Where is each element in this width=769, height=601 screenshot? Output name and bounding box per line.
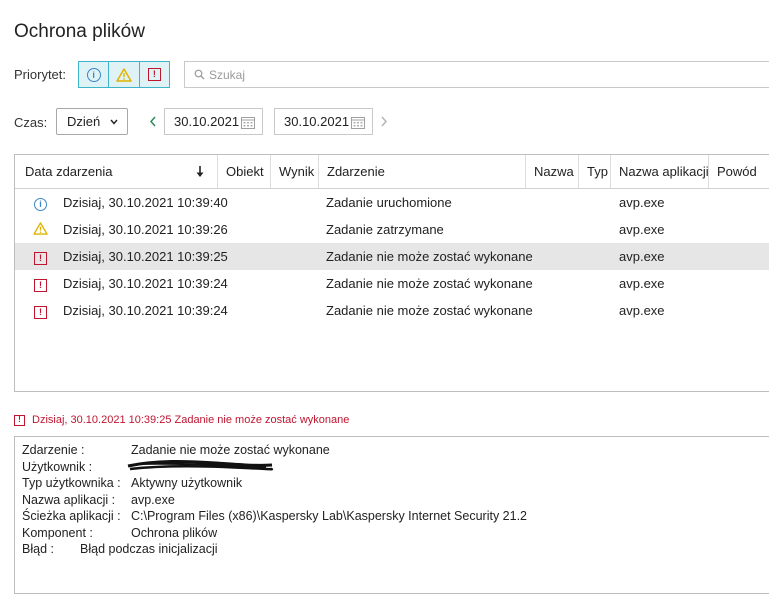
detail-line: Nazwa aplikacji : avp.exe [22, 493, 769, 510]
detail-line: Błąd : Błąd podczas inicjalizacji [22, 542, 769, 559]
search-icon [194, 69, 205, 80]
error-icon: ! [147, 68, 161, 81]
detail-key: Zdarzenie : [22, 443, 85, 457]
time-label: Czas: [14, 115, 48, 130]
detail-key: Komponent : [22, 525, 93, 540]
detail-value: C:\Program Files (x86)\Kaspersky Lab\Kas… [131, 509, 527, 523]
column-header-date[interactable]: Data zdarzenia [15, 155, 218, 188]
priority-info-toggle[interactable]: i [79, 62, 110, 87]
detail-key: Użytkownik : [22, 459, 93, 474]
search-input[interactable]: Szukaj [184, 61, 769, 88]
info-icon: i [86, 67, 101, 82]
row-app: avp.exe [619, 276, 665, 291]
selected-event-text: Dzisiaj, 30.10.2021 10:39:25 Zadanie nie… [32, 414, 350, 426]
calendar-icon[interactable] [351, 116, 365, 129]
selected-event-summary: ! Dzisiaj, 30.10.2021 10:39:25 Zadanie n… [14, 414, 349, 426]
period-value: Dzień [67, 114, 101, 129]
events-table: Data zdarzenia Obiekt Wynik Zdarzenie Na… [14, 154, 769, 392]
row-date: Dzisiaj, 30.10.2021 10:39:24 [63, 303, 228, 318]
calendar-icon[interactable] [241, 116, 255, 129]
detail-value: Zadanie nie może zostać wykonane [131, 443, 330, 457]
detail-key: Typ użytkownika : [22, 476, 121, 490]
row-event: Zadanie nie może zostać wykonane [326, 303, 533, 318]
detail-line: Użytkownik : [22, 459, 769, 477]
priority-label: Priorytet: [14, 67, 67, 82]
priority-error-toggle[interactable]: ! [140, 62, 169, 87]
next-period-button[interactable] [380, 116, 388, 127]
chevron-down-icon [110, 119, 118, 125]
table-row-selected[interactable]: ! Dzisiaj, 30.10.2021 10:39:25 Zadanie n… [15, 243, 769, 270]
row-app: avp.exe [619, 195, 665, 210]
row-app: avp.exe [619, 249, 665, 264]
priority-warning-toggle[interactable] [109, 62, 140, 87]
table-header: Data zdarzenia Obiekt Wynik Zdarzenie Na… [15, 155, 769, 189]
error-icon: ! [34, 252, 47, 265]
date-to-field[interactable]: 30.10.2021 [274, 108, 373, 135]
table-row[interactable]: ! Dzisiaj, 30.10.2021 10:39:24 Zadanie n… [15, 270, 769, 297]
row-date: Dzisiaj, 30.10.2021 10:39:40 [63, 195, 228, 210]
column-header-type[interactable]: Typ [579, 155, 611, 188]
date-from-value: 30.10.2021 [174, 114, 240, 129]
column-header-reason[interactable]: Powód [709, 155, 769, 188]
column-header-object[interactable]: Obiekt [218, 155, 271, 188]
detail-value: avp.exe [131, 492, 175, 507]
row-app: avp.exe [619, 303, 665, 318]
column-header-app-name[interactable]: Nazwa aplikacji [611, 155, 709, 188]
detail-key: Nazwa aplikacji : [22, 492, 116, 507]
detail-value: Aktywny użytkownik [131, 476, 243, 490]
row-event: Zadanie nie może zostać wykonane [326, 276, 533, 291]
detail-line: Komponent : Ochrona plików [22, 526, 769, 543]
table-row[interactable]: Dzisiaj, 30.10.2021 10:39:26 Zadanie zat… [15, 216, 769, 243]
warning-icon [116, 67, 132, 82]
row-date: Dzisiaj, 30.10.2021 10:39:26 [63, 222, 228, 237]
detail-key: Błąd : [22, 542, 54, 556]
table-row[interactable]: i Dzisiaj, 30.10.2021 10:39:40 Zadanie u… [15, 189, 769, 216]
redaction-scribble [127, 459, 274, 470]
table-row[interactable]: ! Dzisiaj, 30.10.2021 10:39:24 Zadanie n… [15, 297, 769, 324]
detail-line: Typ użytkownika : Aktywny użytkownik [22, 476, 769, 493]
date-to-value: 30.10.2021 [284, 114, 350, 129]
page-title: Ochrona plików [14, 21, 145, 42]
row-event: Zadanie nie może zostać wykonane [326, 249, 533, 264]
row-event: Zadanie uruchomione [326, 195, 452, 210]
period-dropdown[interactable]: Dzień [56, 108, 128, 135]
detail-value: Ochrona plików [131, 525, 218, 540]
detail-key: Ścieżka aplikacji : [22, 509, 121, 523]
event-details-panel: Zdarzenie : Zadanie nie może zostać wyko… [14, 436, 769, 594]
search-placeholder: Szukaj [209, 67, 246, 82]
date-from-field[interactable]: 30.10.2021 [164, 108, 263, 135]
detail-value: Błąd podczas inicjalizacji [80, 542, 218, 556]
warning-icon [33, 222, 48, 235]
row-app: avp.exe [619, 222, 665, 237]
error-icon: ! [14, 414, 25, 426]
priority-filter: i ! [78, 61, 170, 88]
error-icon: ! [34, 306, 47, 319]
detail-line: Ścieżka aplikacji : C:\Program Files (x8… [22, 509, 769, 526]
info-icon: i [34, 198, 47, 211]
row-date: Dzisiaj, 30.10.2021 10:39:25 [63, 249, 228, 264]
previous-period-button[interactable] [149, 116, 157, 127]
error-icon: ! [34, 279, 47, 292]
row-event: Zadanie zatrzymane [326, 222, 444, 237]
row-date: Dzisiaj, 30.10.2021 10:39:24 [63, 276, 228, 291]
column-header-name[interactable]: Nazwa [526, 155, 579, 188]
column-header-event[interactable]: Zdarzenie [319, 155, 526, 188]
sort-descending-icon [196, 166, 204, 177]
column-header-result[interactable]: Wynik [271, 155, 319, 188]
